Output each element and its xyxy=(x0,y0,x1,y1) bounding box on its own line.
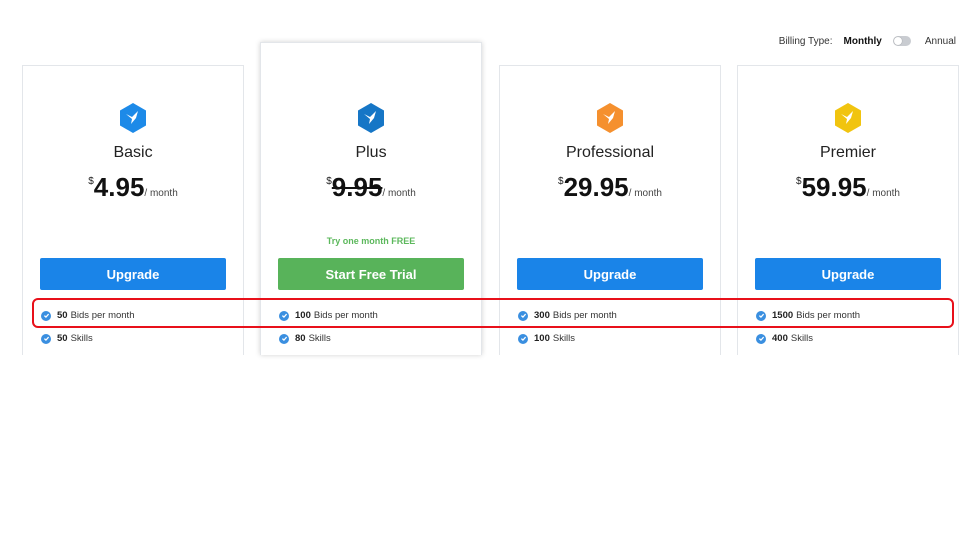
feature-value: 400 xyxy=(772,333,788,344)
upgrade-button[interactable]: Upgrade xyxy=(755,258,941,290)
feature-label: Skills xyxy=(552,333,576,344)
feature-label: Skills xyxy=(70,333,93,344)
currency-symbol: $ xyxy=(88,176,94,187)
hummingbird-icon xyxy=(832,102,864,134)
price-period: / month xyxy=(866,188,900,199)
feature-label: Skills xyxy=(308,333,331,344)
price-amount: 29.95 xyxy=(563,172,629,202)
hummingbird-icon xyxy=(117,102,149,134)
feature-value: 80 xyxy=(295,333,306,344)
price-amount: 4.95 xyxy=(93,172,145,202)
feature-skills: 80 Skills xyxy=(279,333,331,344)
feature-value: 50 xyxy=(57,333,68,344)
free-trial-promo: Try one month FREE xyxy=(326,236,416,246)
plan-name: Premier xyxy=(819,144,876,161)
plan-price: $29.95/ month xyxy=(500,174,720,200)
check-icon xyxy=(279,333,289,344)
upgrade-button[interactable]: Upgrade xyxy=(40,258,226,290)
upgrade-button[interactable]: Upgrade xyxy=(517,258,703,290)
currency-symbol: $ xyxy=(796,176,802,187)
currency-symbol: $ xyxy=(326,176,332,187)
start-free-trial-button[interactable]: Start Free Trial xyxy=(278,258,464,290)
hummingbird-icon xyxy=(355,102,387,134)
feature-value: 100 xyxy=(534,333,550,344)
price-period: / month xyxy=(144,188,178,199)
feature-label: Skills xyxy=(790,333,814,344)
check-icon xyxy=(756,333,766,344)
price-period: / month xyxy=(382,188,416,199)
plan-name: Professional xyxy=(565,144,655,161)
check-icon xyxy=(518,333,528,344)
billing-option-monthly[interactable]: Monthly xyxy=(844,36,882,47)
price-period: / month xyxy=(628,188,662,199)
plan-price: $4.95/ month xyxy=(23,174,243,200)
feature-skills: 50 Skills xyxy=(41,333,93,344)
feature-skills: 100 Skills xyxy=(518,333,575,344)
price-amount: 9.95 xyxy=(331,172,383,202)
feature-skills: 400 Skills xyxy=(756,333,813,344)
billing-type-label: Billing Type: xyxy=(778,35,833,47)
price-amount: 59.95 xyxy=(801,172,867,202)
plan-name: Plus xyxy=(355,144,387,161)
plan-name: Basic xyxy=(113,144,153,161)
toggle-knob xyxy=(893,37,902,45)
currency-symbol: $ xyxy=(558,176,564,187)
billing-option-annual[interactable]: Annual xyxy=(925,36,956,47)
hummingbird-icon xyxy=(594,102,626,134)
billing-toggle[interactable] xyxy=(892,36,911,46)
plan-price: $59.95/ month xyxy=(738,174,958,200)
bids-row-highlight xyxy=(32,298,954,328)
check-icon xyxy=(41,333,51,344)
plan-price: $9.95/ month xyxy=(261,174,481,200)
billing-type-switch: Billing Type: Monthly Annual xyxy=(779,34,956,48)
